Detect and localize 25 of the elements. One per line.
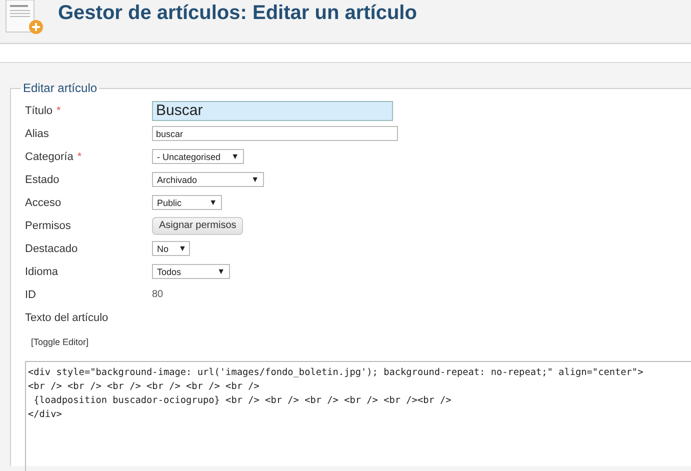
permissions-button[interactable]: Asignar permisos [152, 216, 244, 234]
field-label: Alias [25, 128, 50, 140]
dropdown[interactable]: Public ▼ [152, 195, 222, 210]
dropdown[interactable]: No ▼ [152, 241, 190, 256]
text-field[interactable]: buscar [152, 126, 398, 141]
field-label: Texto del artículo [25, 312, 110, 324]
id-value: 80 [152, 289, 164, 300]
field-label: ID [25, 288, 37, 300]
page-title: Gestor de artículos: Editar un artículo [58, 2, 417, 25]
field-label: Idioma [25, 266, 60, 278]
field-label: Destacado [25, 242, 79, 254]
dropdown[interactable]: Todos ▼ [152, 264, 230, 279]
field-label: Permisos [25, 220, 72, 232]
panel-legend: Editar artículo [21, 81, 100, 95]
field-label: Acceso [25, 196, 62, 208]
required-mark: * [56, 104, 61, 116]
field-label: Título * [25, 104, 62, 116]
field-label: Estado [25, 174, 60, 186]
field-label: Categoría * [25, 150, 83, 162]
dropdown[interactable]: Archivado ▼ [152, 172, 264, 187]
required-mark: * [77, 150, 82, 162]
code-editor[interactable]: <div style="background-image: url('images/fondo_boletin.jpg'); background-repeat: no-repeat;" align="center"> <br /> <br /> <br /> <br /> <br /> <br /> {loadposition buscador-ociogrupo} <br /> <br /> <br /> <br /> <br /><br /> </div> [25, 361, 691, 471]
dropdown[interactable]: - Uncategorised ▼ [152, 149, 244, 164]
toggle-editor-link[interactable]: [Toggle Editor] [31, 337, 691, 347]
text-field[interactable]: Buscar [152, 100, 393, 120]
